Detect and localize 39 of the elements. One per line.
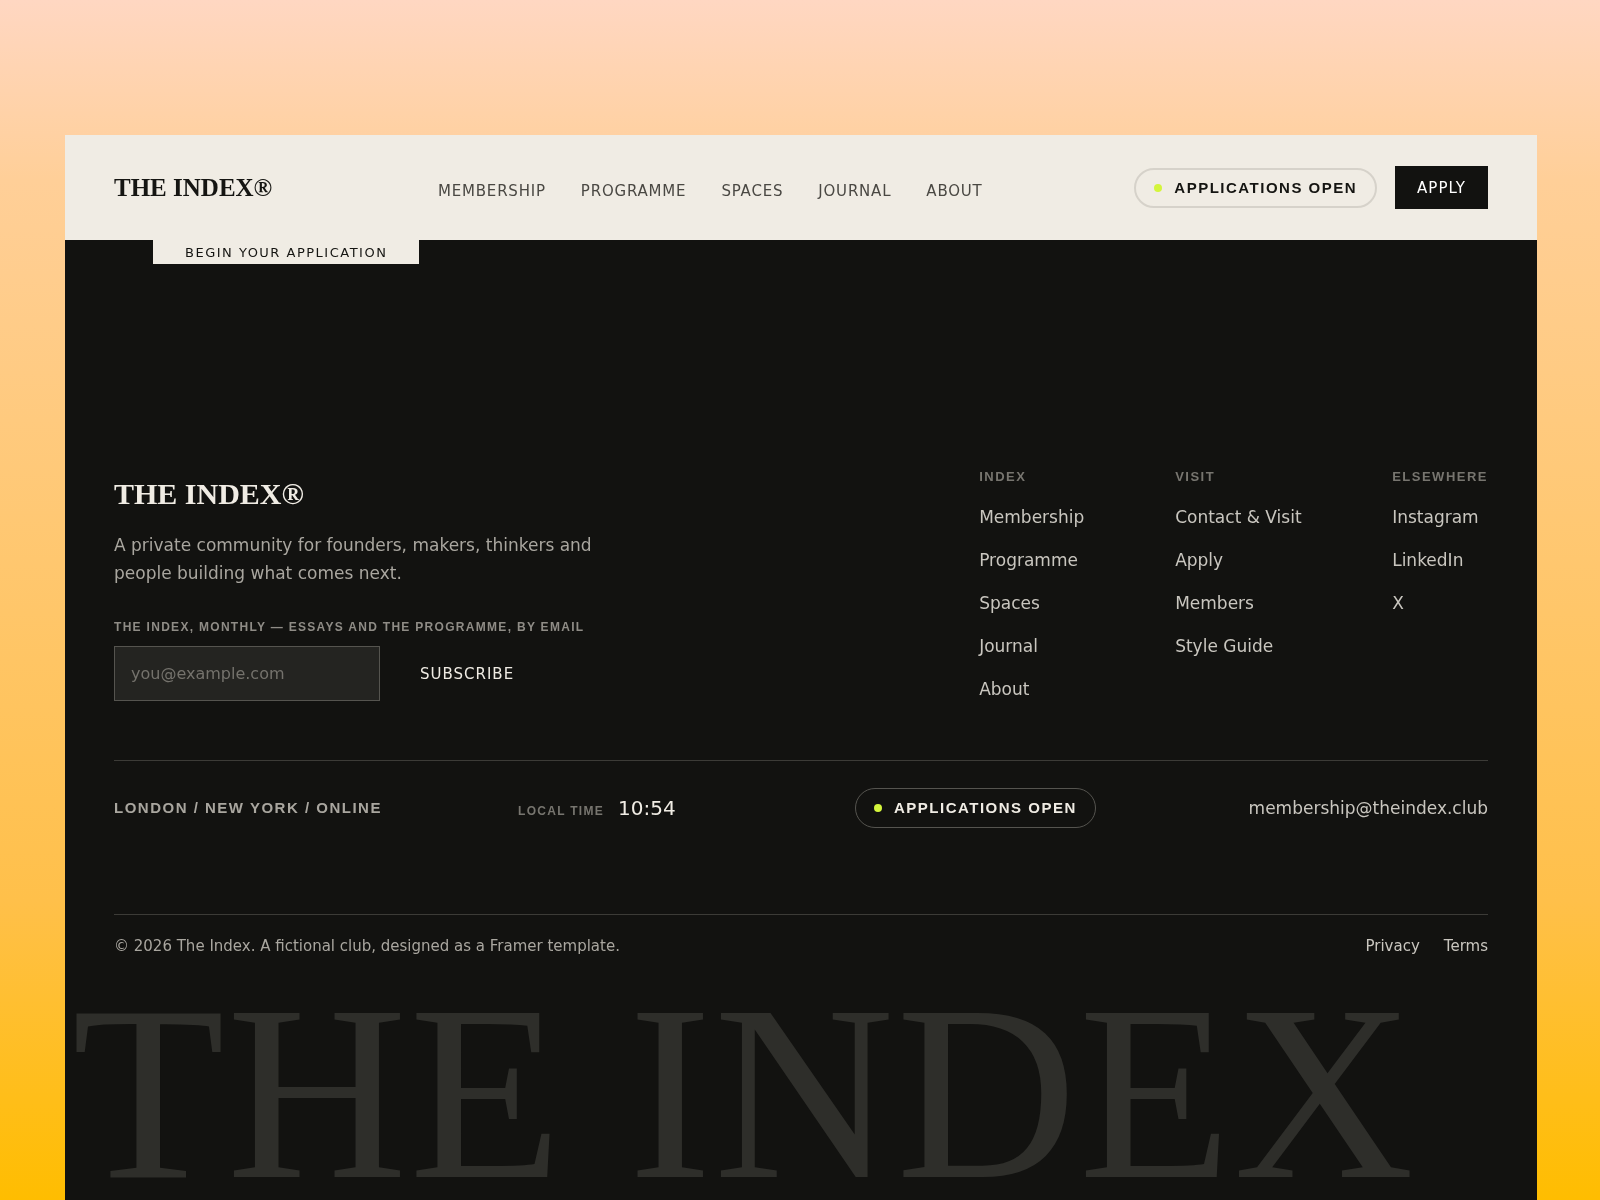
- footer-link[interactable]: Spaces: [979, 582, 1176, 625]
- begin-application-button[interactable]: BEGIN YOUR APPLICATION: [153, 240, 420, 264]
- footer-link[interactable]: Journal: [979, 625, 1176, 668]
- subscribe-button[interactable]: SUBSCRIBE: [414, 663, 521, 684]
- footer-link[interactable]: Membership: [979, 496, 1176, 539]
- footer-link[interactable]: LinkedIn: [1392, 539, 1488, 582]
- nav-link[interactable]: PROGRAMME: [580, 181, 687, 200]
- nav-link[interactable]: ABOUT: [926, 181, 983, 200]
- tagline: A private community for founders, makers, thinkers and people building what comes next.: [114, 534, 593, 585]
- locations: LONDON / NEW YORK / ONLINE: [114, 799, 383, 816]
- apply-button[interactable]: APPLY: [1395, 166, 1488, 209]
- legal-link[interactable]: Terms: [1443, 936, 1488, 955]
- column-heading: VISIT: [1175, 469, 1217, 484]
- logo[interactable]: THE INDEX®: [114, 173, 438, 202]
- footer-logo[interactable]: THE INDEX®: [114, 477, 614, 511]
- status-label: APPLICATIONS OPEN: [1174, 179, 1358, 196]
- footer-link[interactable]: Contact & Visit: [1175, 496, 1393, 539]
- status-dot: [1154, 183, 1163, 192]
- local-time: 10:54: [618, 795, 676, 820]
- column-heading: ELSEWHERE: [1392, 469, 1488, 484]
- footer-link[interactable]: Style Guide: [1175, 625, 1393, 668]
- nav-link[interactable]: SPACES: [721, 181, 784, 200]
- footer-link[interactable]: Apply: [1175, 539, 1393, 582]
- nav-link[interactable]: MEMBERSHIP: [438, 181, 546, 200]
- footer-link[interactable]: Programme: [979, 539, 1176, 582]
- footer-link[interactable]: Members: [1175, 582, 1393, 625]
- footer-link[interactable]: X: [1392, 582, 1488, 625]
- footer-link[interactable]: About: [979, 668, 1176, 711]
- column-heading: INDEX: [979, 469, 1028, 484]
- status-label: APPLICATIONS OPEN: [894, 799, 1077, 816]
- newsletter-label: THE INDEX, MONTHLY — ESSAYS AND THE PROGRAMME, BY EMAIL: [114, 620, 586, 634]
- email-field[interactable]: you@example.com: [114, 646, 380, 701]
- legal-link[interactable]: Privacy: [1365, 936, 1420, 955]
- email-link[interactable]: membership@theindex.club: [1248, 797, 1488, 818]
- footer-link[interactable]: Instagram: [1392, 496, 1488, 539]
- nav-link[interactable]: JOURNAL: [818, 181, 892, 200]
- copyright: © 2026 The Index. A fictional club, designed as a Framer template.: [114, 936, 620, 955]
- time-label: LOCAL TIME: [518, 803, 605, 818]
- status-dot: [874, 803, 882, 812]
